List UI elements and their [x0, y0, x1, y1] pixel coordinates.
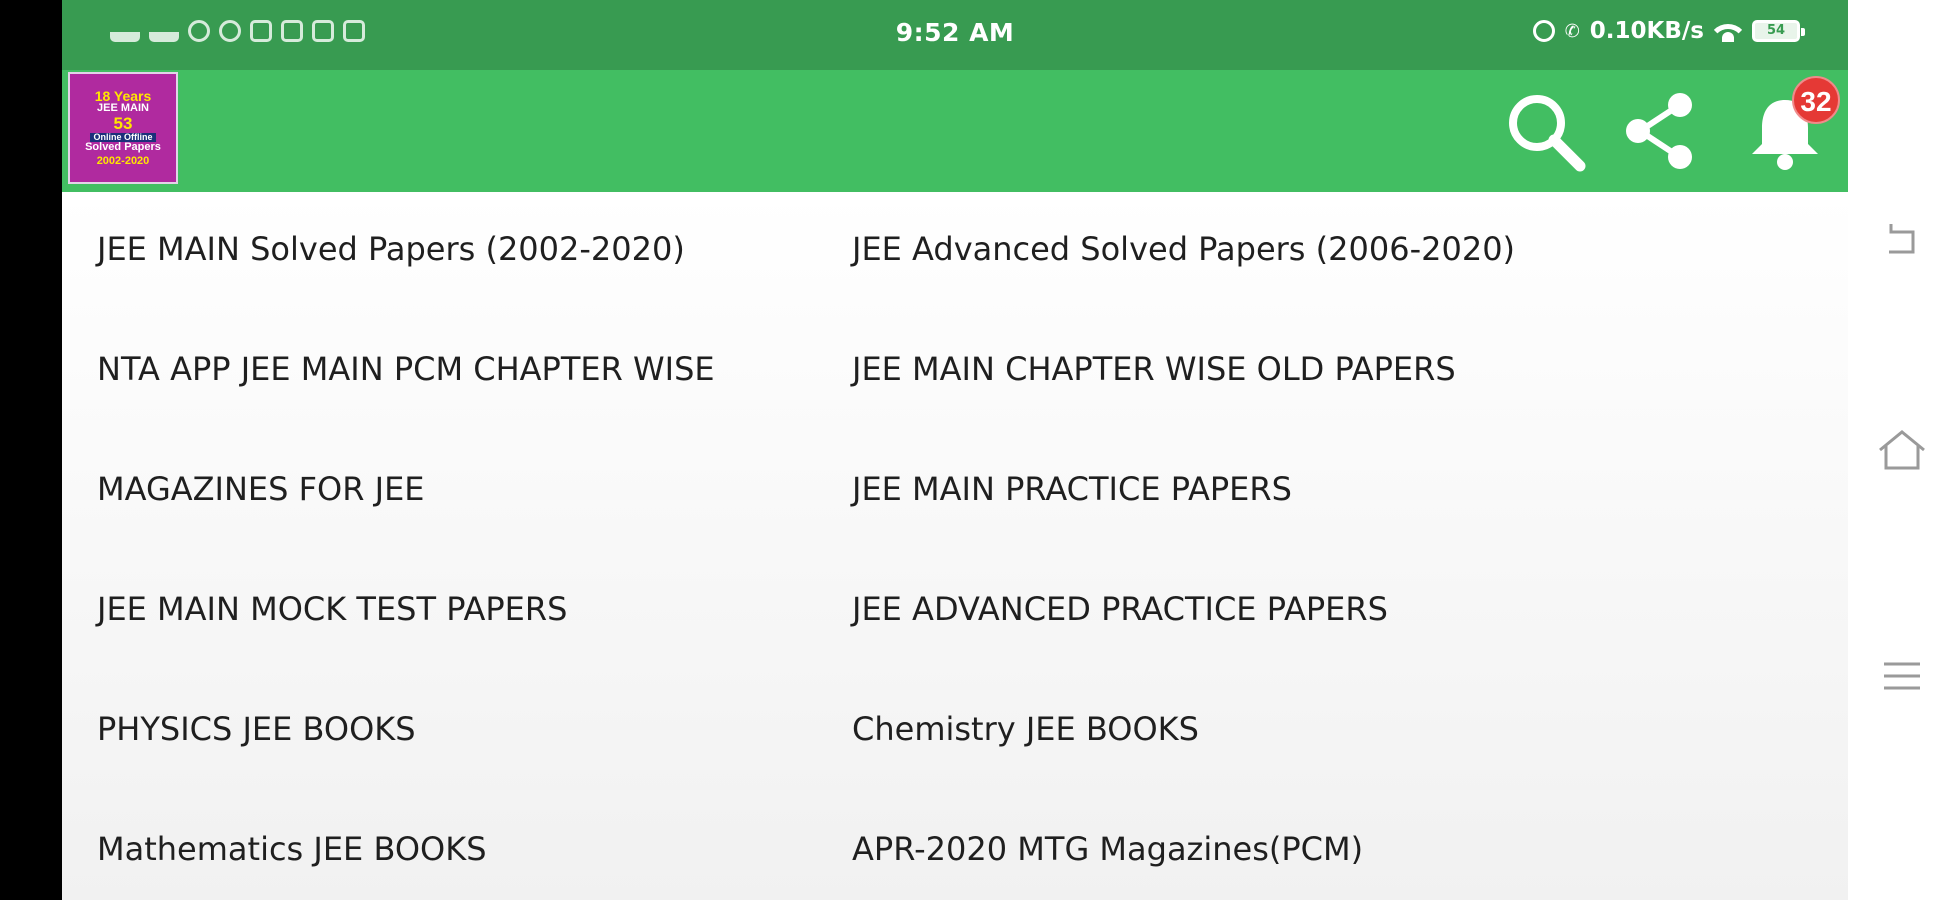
wifi-icon [1714, 20, 1742, 42]
logo-text: 53 [113, 113, 133, 133]
logo-text: 18 Years [94, 87, 152, 104]
left-black-bar [0, 0, 62, 900]
menu-item-mathematics-books[interactable]: Mathematics JEE BOOKS [62, 792, 817, 900]
menu-item-jee-advanced-solved-papers[interactable]: JEE Advanced Solved Papers (2006-2020) [817, 192, 1848, 312]
app-toolbar: 18 Years JEE MAIN 53 Online Offline Solv… [62, 70, 1848, 192]
menu-item-practice-papers[interactable]: JEE MAIN PRACTICE PAPERS [817, 432, 1848, 552]
menu-item-mtg-magazines[interactable]: APR-2020 MTG Magazines(PCM) [817, 792, 1848, 900]
menu-item-advanced-practice-papers[interactable]: JEE ADVANCED PRACTICE PAPERS [817, 552, 1848, 672]
notification-badge: 32 [1792, 76, 1840, 124]
app-window: 9:52 AM ✆ 0.10KB/s 54 18 Years JEE MAIN … [62, 0, 1848, 900]
share-icon [1626, 93, 1692, 169]
back-icon [1889, 224, 1915, 254]
home-button[interactable] [1876, 428, 1928, 472]
battery-icon: 54 [1752, 20, 1805, 42]
menu-item-physics-books[interactable]: PHYSICS JEE BOOKS [62, 672, 817, 792]
network-speed: 0.10KB/s [1589, 18, 1704, 44]
menu-item-jee-main-solved-papers[interactable]: JEE MAIN Solved Papers (2002-2020) [62, 192, 817, 312]
menu-item-chapter-wise-old-papers[interactable]: JEE MAIN CHAPTER WISE OLD PAPERS [817, 312, 1848, 432]
back-button[interactable] [1885, 220, 1917, 256]
alarm-icon [1532, 20, 1555, 42]
app-logo[interactable]: 18 Years JEE MAIN 53 Online Offline Solv… [68, 72, 178, 184]
logo-text: 2002-2020 [96, 154, 150, 167]
status-bar: 9:52 AM ✆ 0.10KB/s 54 [62, 0, 1848, 70]
menu-item-chemistry-books[interactable]: Chemistry JEE BOOKS [817, 672, 1848, 792]
menu-item-mock-test-papers[interactable]: JEE MAIN MOCK TEST PAPERS [62, 552, 817, 672]
volte-call-icon: ✆ [1564, 20, 1580, 42]
menu-item-nta-app-chapter-wise[interactable]: NTA APP JEE MAIN PCM CHAPTER WISE [62, 312, 817, 432]
system-indicators: ✆ 0.10KB/s 54 [1532, 18, 1805, 44]
menu-button[interactable] [1884, 660, 1920, 692]
search-icon [1509, 95, 1586, 172]
menu-icon [1884, 662, 1920, 690]
menu-item-magazines[interactable]: MAGAZINES FOR JEE [62, 432, 817, 552]
content-area: JEE MAIN Solved Papers (2002-2020) JEE A… [62, 192, 1848, 900]
menu-grid: JEE MAIN Solved Papers (2002-2020) JEE A… [62, 192, 1848, 900]
navigation-bar [1848, 0, 1953, 900]
home-icon [1879, 430, 1925, 470]
share-button[interactable] [1618, 88, 1704, 174]
search-button[interactable] [1502, 88, 1588, 174]
logo-text: Solved Papers [85, 141, 161, 154]
